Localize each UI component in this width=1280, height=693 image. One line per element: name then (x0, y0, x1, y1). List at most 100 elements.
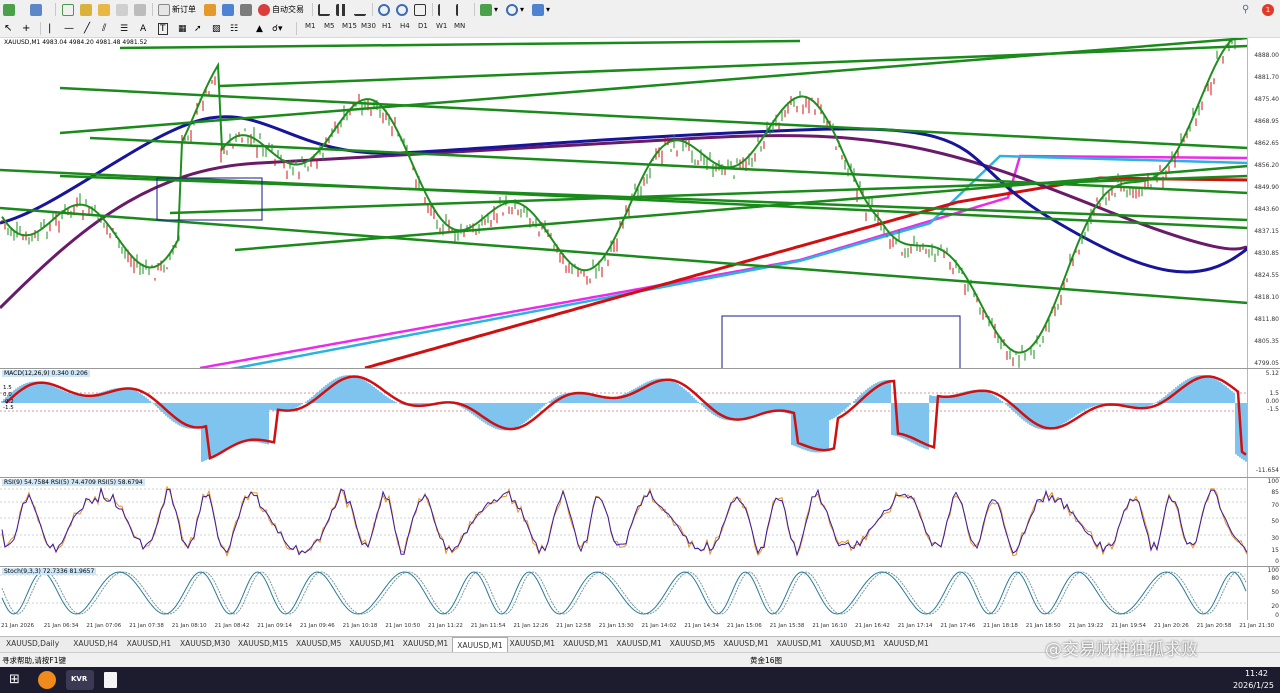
candlestick-icon (336, 3, 348, 16)
channel-tool[interactable]: ⫽ (102, 21, 106, 36)
rsi-tick: 0 (1275, 558, 1279, 565)
cursor-tool[interactable]: ↖ (4, 21, 12, 36)
chevron-down-icon: ▾ (494, 5, 499, 14)
grid-tool[interactable]: ▦ (178, 21, 187, 36)
rsi-panel[interactable]: RSI(9) 54.7584 RSI(5) 74.4709 RSI(5) 58.… (0, 478, 1280, 567)
more-tools[interactable]: ☌▾ (272, 21, 283, 36)
stoch-tick: 80 (1271, 575, 1279, 582)
market-button[interactable] (240, 2, 252, 17)
chart-tab[interactable]: XAUUSD,H4 (69, 639, 122, 648)
timeframe-d1[interactable]: D1 (418, 22, 428, 30)
label-tool[interactable]: T (158, 21, 168, 36)
trendline-tool[interactable]: ╱ (84, 21, 90, 36)
chart-tab[interactable]: XAUUSD,Daily (2, 639, 63, 648)
chart-tab[interactable]: XAUUSD,M1 (506, 639, 559, 648)
new-order-button[interactable]: 新订单 (158, 2, 196, 17)
timeframe-m30[interactable]: M30 (361, 22, 376, 30)
taskbar-app-kvr[interactable]: KVR (66, 670, 94, 690)
timeframe-h4[interactable]: H4 (400, 22, 410, 30)
arrow-tool[interactable]: ➚ (194, 21, 202, 36)
data-window-button[interactable] (98, 2, 110, 17)
autoscroll-button[interactable] (456, 2, 468, 17)
fibonacci-icon: ☰ (120, 23, 129, 34)
stochastic-canvas[interactable] (0, 567, 1248, 620)
time-axis[interactable]: 21 Jan 2026 21 Jan 06:34 21 Jan 07:06 21 Ja… (0, 620, 1280, 634)
chart-tab[interactable]: XAUUSD,M1 (399, 639, 452, 648)
shapes-tool[interactable]: ☷ (230, 21, 238, 36)
navigator-button[interactable] (80, 2, 92, 17)
triangle-tool[interactable]: ▲ (256, 21, 263, 36)
stoch-label: Stoch(9,3,3) 72.7336 81.9657 (2, 568, 97, 575)
horizontal-line-icon: — (64, 23, 74, 34)
horizontal-line-tool[interactable]: — (64, 21, 74, 36)
algo-trading-button[interactable]: 自动交易 (258, 2, 304, 17)
timeframe-w1[interactable]: W1 (436, 22, 447, 30)
price-tick: 4830.85 (1254, 250, 1279, 257)
chart-tab[interactable]: XAUUSD,M1 (826, 639, 879, 648)
timeframe-m1[interactable]: M1 (305, 22, 316, 30)
chart-tab[interactable]: XAUUSD,M5 (666, 639, 719, 648)
stoch-axis[interactable]: 100 80 50 20 0 (1247, 567, 1280, 620)
metaeditor-button[interactable] (204, 2, 216, 17)
time-tick: 21 Jan 07:38 (129, 623, 164, 629)
market-watch-button[interactable] (62, 2, 74, 17)
zoom-in-button[interactable] (378, 2, 390, 17)
vertical-line-tool[interactable]: | (48, 21, 51, 36)
zoom-out-button[interactable] (396, 2, 408, 17)
terminal-button[interactable] (116, 2, 128, 17)
chart-tab[interactable]: XAUUSD,M1 (559, 639, 612, 648)
start-button[interactable]: ⊞ (4, 670, 26, 690)
time-tick: 21 Jan 06:34 (43, 623, 79, 629)
kvr-app-label: KVR (71, 675, 88, 683)
rsi-axis[interactable]: 100 85 70 50 30 15 0 (1247, 478, 1280, 566)
stochastic-panel[interactable]: Stoch(9,3,3) 72.7336 81.9657 100 80 50 2… (0, 567, 1280, 620)
time-tick: 21 Jan 16:10 (812, 623, 848, 629)
time-tick: 21 Jan 10:50 (385, 623, 421, 629)
tile-windows-button[interactable] (414, 2, 426, 17)
macd-panel[interactable]: MACD(12,26,9) 0.340 0.206 1.5 0.0 -0.2 -… (0, 369, 1280, 478)
price-axis[interactable]: 4888.00 4881.70 4875.40 4868.95 4862.65 … (1247, 38, 1280, 368)
timeframe-h1[interactable]: H1 (382, 22, 392, 30)
chart-tab[interactable]: XAUUSD,M15 (234, 639, 292, 648)
timeframe-m5[interactable]: M5 (324, 22, 335, 30)
timeframe-mn[interactable]: MN (454, 22, 465, 30)
taskbar-time: 11:42 (1244, 669, 1268, 678)
timeframe-m15[interactable]: M15 (342, 22, 357, 30)
signals-button[interactable] (222, 2, 234, 17)
bar-chart-button[interactable] (318, 2, 330, 17)
chart-shift-button[interactable] (438, 2, 450, 17)
taskbar-app-notes[interactable] (100, 670, 122, 690)
line-chart-button[interactable] (354, 2, 366, 17)
strategy-tester-button[interactable] (134, 2, 146, 17)
chart-tab[interactable]: XAUUSD,M1 (719, 639, 772, 648)
profiles-button[interactable] (30, 2, 42, 17)
chart-tab[interactable]: XAUUSD,M1 (452, 637, 508, 653)
macd-canvas[interactable] (0, 369, 1248, 477)
templates-button[interactable]: ▾ (532, 2, 550, 17)
candlestick-button[interactable] (336, 2, 348, 17)
hatch-tool[interactable]: ▨ (212, 21, 221, 36)
chart-tab[interactable]: XAUUSD,M1 (773, 639, 826, 648)
autoscroll-icon (456, 3, 468, 16)
taskbar-app-browser[interactable] (36, 670, 58, 690)
rsi-canvas[interactable] (0, 478, 1248, 566)
chart-tab[interactable]: XAUUSD,M30 (176, 639, 234, 648)
chart-tab[interactable]: XAUUSD,M1 (879, 639, 932, 648)
chart-tab[interactable]: XAUUSD,H1 (123, 639, 176, 648)
price-chart-panel[interactable]: XAUUSD,M1 4983.04 4984.20 4981.48 4981.5… (0, 38, 1280, 369)
chart-tab[interactable]: XAUUSD,M1 (612, 639, 665, 648)
periods-button[interactable]: ▾ (506, 2, 524, 17)
price-tick: 4818.10 (1254, 294, 1279, 301)
new-chart-button[interactable] (3, 2, 15, 17)
text-tool[interactable]: A (140, 21, 146, 36)
macd-axis[interactable]: 5.12 1.5 0.00 -1.5 -11.654 (1247, 369, 1280, 477)
chart-tab[interactable]: XAUUSD,M1 (345, 639, 398, 648)
macd-label: MACD(12,26,9) 0.340 0.206 (2, 370, 90, 377)
search-button[interactable]: ⚲ (1242, 2, 1249, 17)
indicators-button[interactable]: ▾ (480, 2, 498, 17)
crosshair-tool[interactable]: + (22, 21, 30, 36)
price-chart-canvas[interactable] (0, 38, 1248, 368)
notifications-button[interactable]: 1 (1262, 2, 1274, 17)
fibonacci-tool[interactable]: ☰ (120, 21, 128, 36)
chart-tab[interactable]: XAUUSD,M5 (292, 639, 345, 648)
